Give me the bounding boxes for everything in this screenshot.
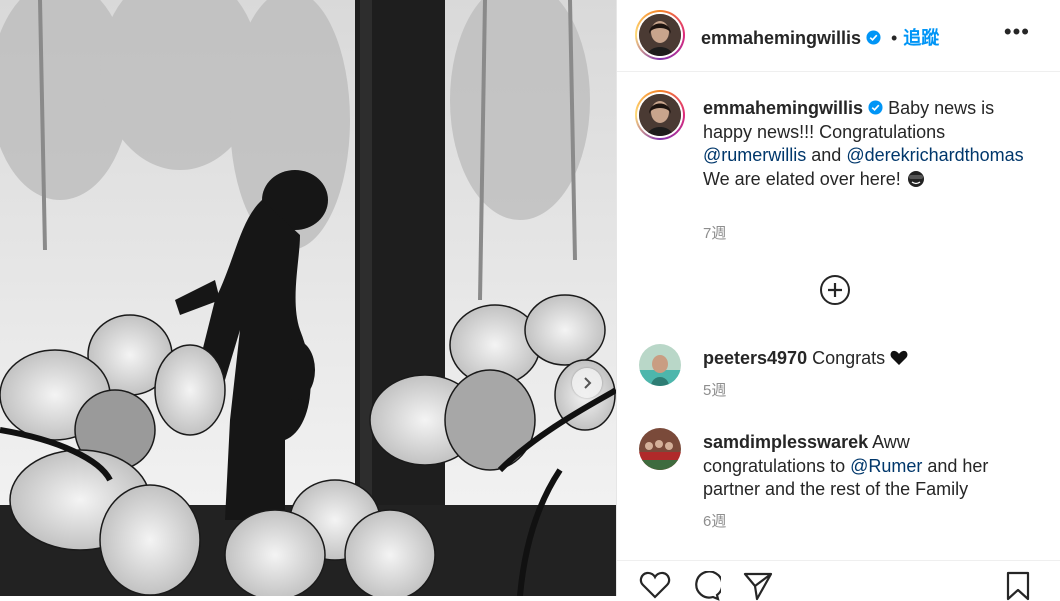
heart-icon[interactable] <box>639 571 671 599</box>
comment-username[interactable]: samdimplesswarek <box>703 432 868 452</box>
load-more-comments-button[interactable] <box>819 274 851 306</box>
mention-link[interactable]: @rumerwillis <box>703 145 806 165</box>
caption-text: emmahemingwillis Baby news is happy news… <box>703 97 1033 191</box>
mention-link[interactable]: @derekrichardthomas <box>846 145 1023 165</box>
commenter-avatar[interactable] <box>639 344 681 386</box>
paper-plane-icon[interactable] <box>743 571 773 601</box>
comment-username[interactable]: peeters4970 <box>703 348 807 368</box>
carousel-next-button[interactable] <box>572 368 602 398</box>
author-avatar[interactable] <box>635 10 685 60</box>
post-photo[interactable] <box>0 0 616 596</box>
caption-avatar[interactable] <box>635 90 685 140</box>
verified-badge-icon <box>868 100 883 115</box>
caption-timestamp[interactable]: 7週 <box>703 222 726 243</box>
comment-text: peeters4970 Congrats <box>703 347 1033 371</box>
post-photo-image <box>0 0 616 596</box>
avatar-photo <box>639 428 681 470</box>
bookmark-icon[interactable] <box>1005 571 1031 601</box>
commenter-avatar[interactable] <box>639 428 681 470</box>
post-side-panel: emmahemingwillis • 追蹤 ••• emmahemingwilli… <box>616 0 1060 601</box>
chevron-right-icon <box>584 377 592 389</box>
avatar-photo <box>639 344 681 386</box>
verified-badge-icon <box>865 30 881 45</box>
comment-timestamp[interactable]: 5週 <box>703 379 726 400</box>
action-bar <box>617 560 1060 601</box>
comment-text: samdimplesswarek Aww congratulations to … <box>703 431 1033 502</box>
caption-body-2: and <box>806 145 847 165</box>
caption-username[interactable]: emmahemingwillis <box>703 98 863 118</box>
follow-button[interactable]: 追蹤 <box>903 28 939 48</box>
plus-circle-icon <box>820 275 850 305</box>
comment-timestamp[interactable]: 6週 <box>703 510 726 531</box>
comment-body: Congrats <box>807 348 891 368</box>
author-username[interactable]: emmahemingwillis <box>701 28 861 48</box>
separator-dot: • <box>890 28 898 48</box>
smiling-face-with-sunglasses-icon <box>907 170 924 187</box>
caption-body-3: We are elated over here! <box>703 168 906 189</box>
black-heart-icon <box>890 350 908 365</box>
mention-link[interactable]: @Rumer <box>850 456 922 476</box>
comment-icon[interactable] <box>691 571 721 601</box>
post-header: emmahemingwillis • 追蹤 ••• <box>617 0 1060 72</box>
avatar-photo <box>639 14 681 56</box>
avatar-photo <box>639 94 681 136</box>
more-options-button[interactable]: ••• <box>1004 21 1030 43</box>
